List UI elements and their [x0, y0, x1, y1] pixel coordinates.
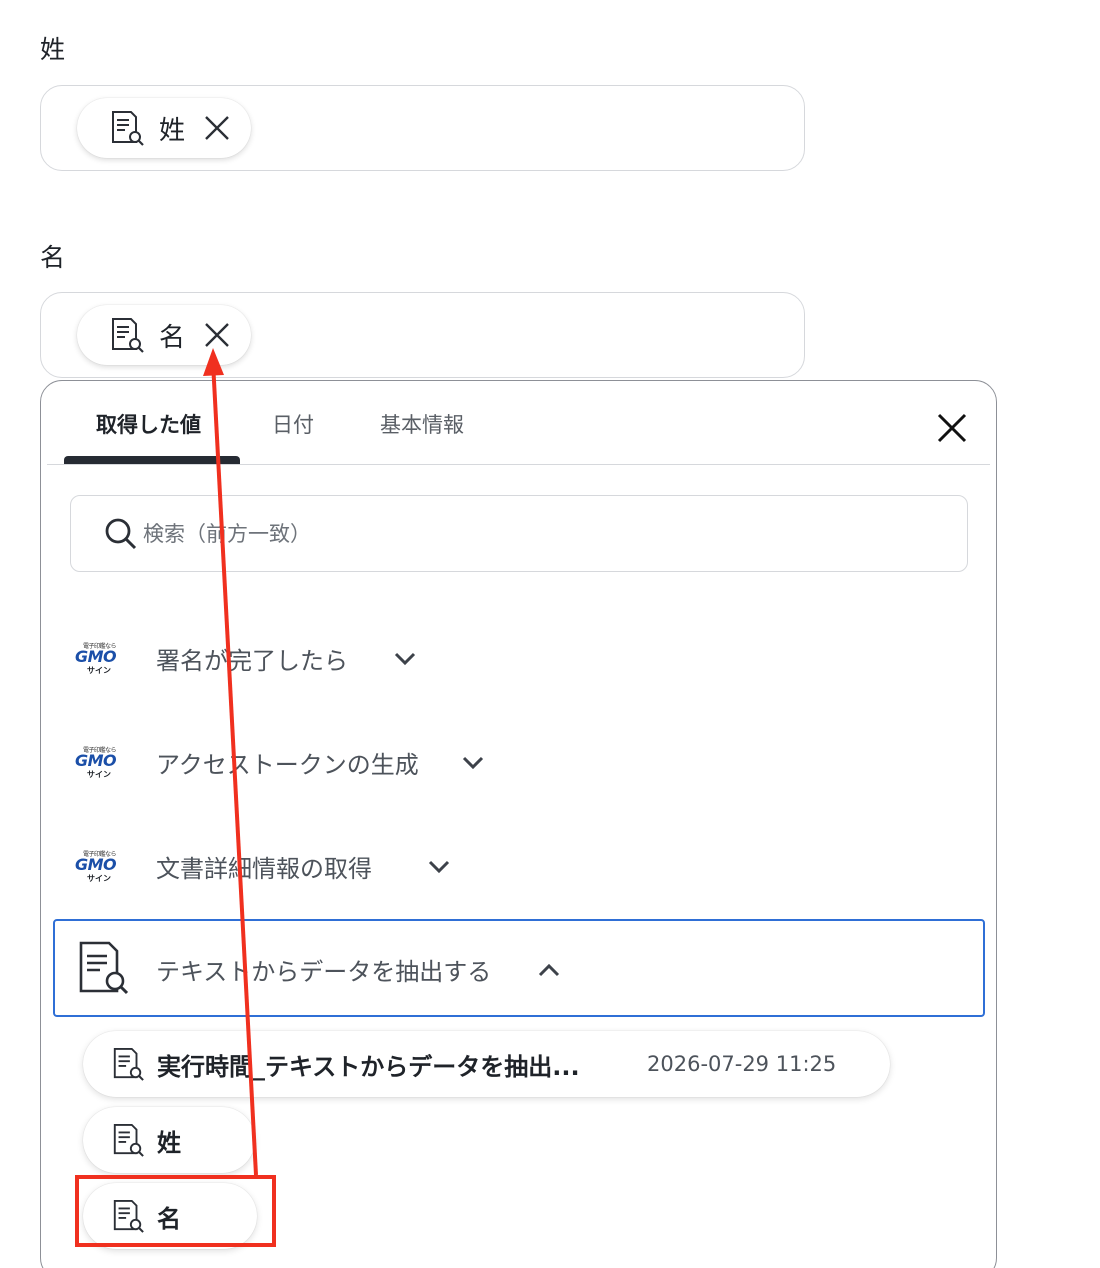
value-sei[interactable]: 姓 — [83, 1107, 255, 1173]
chevron-up-icon — [537, 962, 561, 982]
document-search-icon — [109, 317, 145, 353]
search-icon — [104, 517, 138, 551]
tab-divider — [47, 464, 990, 465]
field-label-mei: 名 — [40, 243, 66, 272]
tab-basic-info[interactable]: 基本情報 — [380, 409, 464, 439]
mei-chip-label: 名 — [159, 322, 186, 353]
chevron-down-icon — [427, 859, 451, 879]
close-icon[interactable] — [934, 410, 970, 446]
value-label: 実行時間_テキストからデータを抽出... — [157, 1052, 580, 1081]
chevron-down-icon — [461, 755, 485, 775]
group-label: 文書詳細情報の取得 — [156, 855, 372, 883]
value-execution-time[interactable]: 実行時間_テキストからデータを抽出... 2026-07-29 11:25 — [83, 1031, 890, 1097]
document-search-icon — [111, 1199, 145, 1233]
value-mei[interactable]: 名 — [83, 1183, 257, 1249]
gmo-sign-logo: 電子印鑑なら GMO サイン — [75, 747, 117, 779]
search-box[interactable] — [70, 495, 968, 572]
sei-input-field[interactable]: 姓 — [40, 85, 805, 171]
close-icon[interactable] — [203, 321, 231, 349]
document-search-icon — [111, 1123, 145, 1157]
gmo-sign-logo: 電子印鑑なら GMO サイン — [75, 643, 117, 675]
mei-input-field[interactable]: 名 — [40, 292, 805, 378]
document-search-icon — [111, 1047, 145, 1081]
value-label: 名 — [157, 1204, 181, 1233]
value-picker-panel: 取得した値 日付 基本情報 電子印鑑なら GMO サイン 署名が完了したら 電子… — [40, 380, 997, 1268]
sei-chip-label: 姓 — [159, 115, 186, 146]
value-label: 姓 — [157, 1128, 181, 1157]
document-search-icon — [75, 940, 131, 996]
group-extract-data-from-text[interactable]: テキストからデータを抽出する — [53, 919, 985, 1017]
group-label: 署名が完了したら — [156, 647, 348, 675]
close-icon[interactable] — [203, 114, 231, 142]
group-document-details[interactable]: 電子印鑑なら GMO サイン 文書詳細情報の取得 — [41, 821, 996, 911]
active-tab-indicator — [64, 456, 240, 464]
field-label-sei: 姓 — [40, 35, 66, 64]
group-access-token[interactable]: 電子印鑑なら GMO サイン アクセストークンの生成 — [41, 717, 996, 807]
mei-value-chip[interactable]: 名 — [77, 305, 251, 365]
sei-value-chip[interactable]: 姓 — [77, 98, 251, 158]
group-label: テキストからデータを抽出する — [156, 958, 492, 986]
tab-acquired-values[interactable]: 取得した値 — [96, 409, 201, 439]
group-label: アクセストークンの生成 — [156, 751, 419, 779]
gmo-sign-logo: 電子印鑑なら GMO サイン — [75, 851, 117, 883]
document-search-icon — [109, 110, 145, 146]
group-signature-completed[interactable]: 電子印鑑なら GMO サイン 署名が完了したら — [41, 613, 996, 703]
chevron-down-icon — [393, 651, 417, 671]
value-timestamp: 2026-07-29 11:25 — [647, 1052, 837, 1076]
search-input[interactable] — [143, 514, 943, 554]
tab-date[interactable]: 日付 — [272, 409, 314, 439]
